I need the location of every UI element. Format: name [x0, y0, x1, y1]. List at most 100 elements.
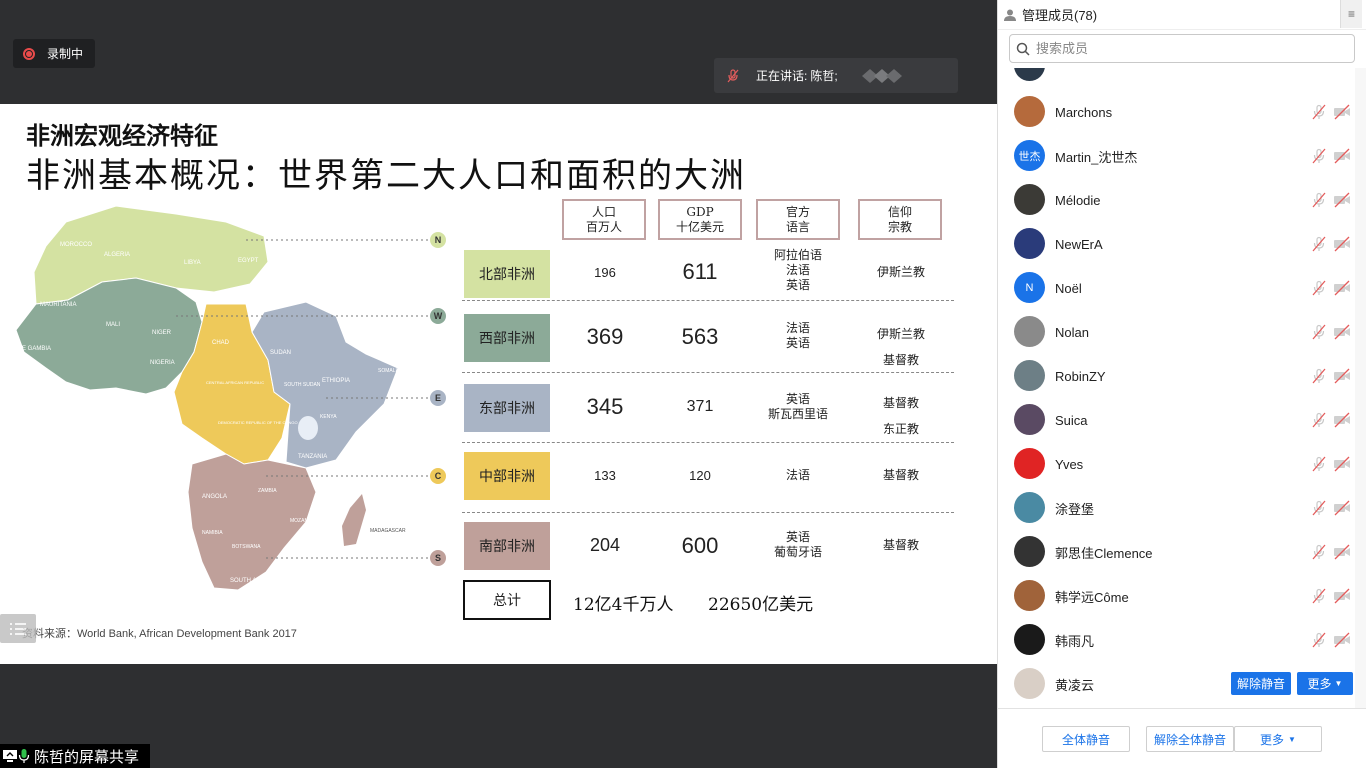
camera-off-icon[interactable]	[1333, 412, 1351, 428]
mic-off-icon[interactable]	[1311, 280, 1327, 296]
africa-map: MOROCCO ALGERIA LIBYA EGYPT MAURITANIA M…	[14, 205, 446, 591]
marker-e: E	[435, 393, 441, 403]
recording-badge[interactable]: 录制中	[13, 39, 95, 68]
mic-off-icon[interactable]	[1311, 148, 1327, 164]
mic-off-icon[interactable]	[1311, 500, 1327, 516]
header-religion: 信仰 宗教	[858, 199, 942, 240]
mic-off-icon[interactable]	[1311, 544, 1327, 560]
member-list-scrollbar[interactable]	[1355, 68, 1366, 708]
map-label-angola: ANGOLA	[202, 494, 227, 500]
search-icon	[1016, 42, 1030, 56]
camera-off-icon[interactable]	[1333, 588, 1351, 604]
region-central: 中部非洲	[464, 452, 550, 500]
header-religion-line2: 宗教	[887, 219, 912, 234]
row-divider	[462, 372, 954, 373]
north-language-3: 英语	[785, 278, 810, 292]
map-label-niger: NIGER	[152, 330, 172, 336]
member-row[interactable]: NewErA	[998, 222, 1355, 266]
member-row[interactable]: 涂登堡	[998, 486, 1355, 530]
camera-off-icon[interactable]	[1333, 280, 1351, 296]
mic-off-icon[interactable]	[1311, 412, 1327, 428]
caret-down-icon: ▼	[1288, 734, 1296, 744]
total-population: 12亿4千万人	[573, 595, 674, 615]
map-label-mali: MALI	[106, 322, 120, 328]
avatar	[1014, 360, 1045, 391]
member-row[interactable]: Nolan	[998, 310, 1355, 354]
east-religion-2: 东正教	[882, 422, 919, 436]
mic-off-icon[interactable]	[1311, 324, 1327, 340]
header-language-line2: 语言	[785, 219, 810, 234]
header-population-line1: 人口	[591, 204, 616, 219]
camera-off-icon[interactable]	[1333, 324, 1351, 340]
total-label: 总计	[463, 580, 551, 620]
marker-c: C	[435, 471, 442, 481]
member-row[interactable]: 韩学远Côme	[998, 574, 1355, 618]
east-language-1: 英语	[785, 392, 810, 406]
mute-all-button[interactable]: 全体静音	[1042, 726, 1130, 752]
avatar	[1014, 316, 1045, 347]
list-icon	[10, 622, 26, 635]
member-name: NewErA	[1055, 236, 1103, 252]
south-language: 英语 葡萄牙语	[758, 530, 838, 560]
camera-off-icon[interactable]	[1333, 192, 1351, 208]
camera-off-icon[interactable]	[1333, 500, 1351, 516]
map-label-libya: LIBYA	[184, 260, 201, 266]
member-row[interactable]: Yves	[998, 442, 1355, 486]
footer-more-button[interactable]: 更多 ▼	[1234, 726, 1322, 752]
recording-label: 录制中	[47, 47, 84, 61]
avatar	[1014, 184, 1045, 215]
central-religion: 基督教	[882, 468, 919, 482]
mic-off-icon[interactable]	[1311, 588, 1327, 604]
member-row[interactable]: Mélodie	[998, 178, 1355, 222]
mic-off-icon[interactable]	[1311, 368, 1327, 384]
slide-title: 非洲基本概况：世界第二大人口和面积的大洲	[26, 156, 746, 196]
map-label-madagascar: MADAGASCAR	[370, 528, 406, 534]
mic-off-icon[interactable]	[1311, 192, 1327, 208]
member-name: Yves	[1055, 456, 1084, 472]
central-population: 133	[594, 468, 616, 483]
west-religion-1: 伊斯兰教	[876, 327, 925, 341]
map-label-egypt: EGYPT	[238, 258, 259, 264]
header-gdp: GDP 十亿美元	[658, 199, 742, 240]
member-search[interactable]	[1009, 34, 1355, 63]
unmute-button[interactable]: 解除静音	[1231, 672, 1291, 695]
speaker-name: 陈哲;	[810, 69, 838, 83]
camera-off-icon[interactable]	[1333, 368, 1351, 384]
unmute-all-button[interactable]: 解除全体静音	[1146, 726, 1234, 752]
member-row[interactable]: 韩雨凡	[998, 618, 1355, 662]
camera-off-icon[interactable]	[1333, 544, 1351, 560]
camera-off-icon[interactable]	[1333, 148, 1351, 164]
member-more-button[interactable]: 更多 ▼	[1297, 672, 1353, 695]
search-input[interactable]	[1036, 41, 1336, 56]
panel-footer: 全体静音 解除全体静音 更多 ▼	[998, 708, 1366, 768]
mic-off-icon[interactable]	[1311, 236, 1327, 252]
member-name: 韩雨凡	[1055, 633, 1095, 649]
member-row[interactable]: N Noël	[998, 266, 1355, 310]
mic-off-icon[interactable]	[1311, 456, 1327, 472]
member-row[interactable]: RobinZY	[998, 354, 1355, 398]
mic-off-icon[interactable]	[1311, 104, 1327, 120]
map-label-botswana: BOTSWANA	[232, 544, 261, 550]
map-label-morocco: MOROCCO	[60, 242, 92, 248]
slide-source: 资料来源：World Bank, African Development Ban…	[22, 628, 297, 640]
west-language: 法语 英语	[758, 321, 838, 351]
avatar: 世杰	[1014, 140, 1045, 171]
member-name: 郭思佳Clemence	[1055, 545, 1153, 561]
member-row[interactable]: 黄凌云 解除静音 更多 ▼	[998, 662, 1355, 706]
camera-off-icon[interactable]	[1333, 632, 1351, 648]
member-row[interactable]: 郭思佳Clemence	[998, 530, 1355, 574]
row-divider	[462, 512, 954, 513]
member-name: Nolan	[1055, 324, 1089, 340]
camera-off-icon[interactable]	[1333, 104, 1351, 120]
member-row[interactable]: Marchons	[998, 90, 1355, 134]
member-row[interactable]: Suica	[998, 398, 1355, 442]
camera-off-icon[interactable]	[1333, 456, 1351, 472]
camera-off-icon[interactable]	[1333, 236, 1351, 252]
avatar-initials: N	[1025, 281, 1034, 294]
mic-off-icon[interactable]	[1311, 632, 1327, 648]
caret-down-icon: ▼	[1334, 679, 1343, 688]
member-row[interactable]: 世杰 Martin_沈世杰	[998, 134, 1355, 178]
panel-menu-button[interactable]: ≡	[1340, 0, 1362, 28]
avatar	[1014, 68, 1045, 81]
slide-menu-button[interactable]	[0, 614, 36, 643]
